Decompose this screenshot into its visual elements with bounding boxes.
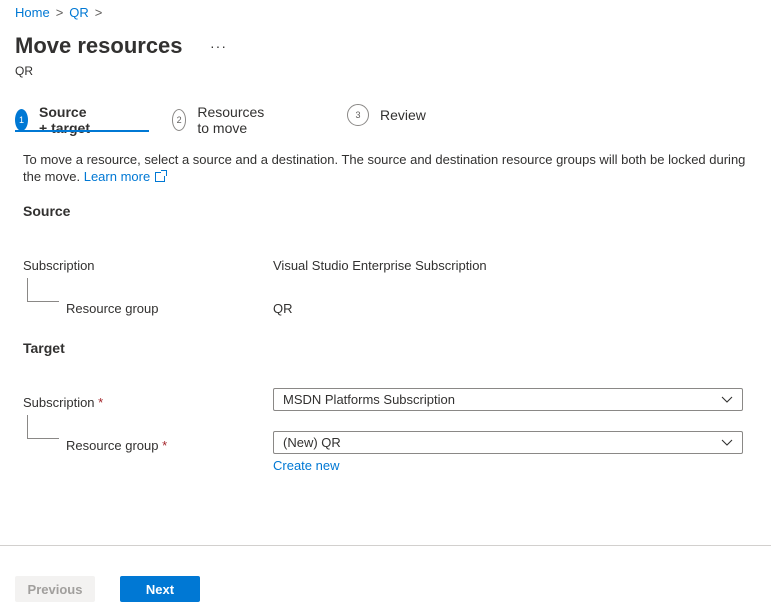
breadcrumb: Home > QR > bbox=[15, 5, 108, 20]
footer-divider bbox=[0, 545, 771, 546]
target-resource-group-label: Resource group * bbox=[66, 438, 167, 453]
page-subtitle: QR bbox=[15, 64, 33, 78]
target-heading: Target bbox=[23, 340, 65, 356]
target-resource-group-label-text: Resource group bbox=[66, 438, 159, 453]
page-title: Move resources bbox=[15, 33, 183, 58]
target-subscription-label-text: Subscription bbox=[23, 395, 95, 410]
target-resource-group-dropdown[interactable]: (New) QR bbox=[273, 431, 743, 454]
target-subscription-dropdown[interactable]: MSDN Platforms Subscription bbox=[273, 388, 743, 411]
step-label: Review bbox=[380, 107, 426, 123]
chevron-right-icon: > bbox=[94, 5, 103, 20]
step-number-badge: 2 bbox=[172, 109, 187, 131]
previous-button[interactable]: Previous bbox=[15, 576, 95, 602]
target-subscription-label: Subscription * bbox=[23, 395, 103, 410]
more-options-icon[interactable]: ··· bbox=[210, 38, 227, 54]
source-heading: Source bbox=[23, 203, 71, 219]
create-new-link[interactable]: Create new bbox=[273, 458, 339, 473]
source-subscription-value: Visual Studio Enterprise Subscription bbox=[273, 258, 487, 273]
target-resource-group-selected: (New) QR bbox=[283, 435, 341, 450]
external-link-icon bbox=[155, 170, 168, 182]
source-resource-group-value: QR bbox=[273, 301, 293, 316]
learn-more-label: Learn more bbox=[83, 169, 151, 184]
description-text: To move a resource, select a source and … bbox=[23, 151, 753, 185]
step-number-badge: 3 bbox=[347, 104, 369, 126]
step-resources-to-move[interactable]: 2 Resources to move bbox=[172, 104, 272, 136]
source-resource-group-label: Resource group bbox=[66, 301, 159, 316]
breadcrumb-qr-link[interactable]: QR bbox=[69, 5, 89, 20]
tree-connector bbox=[27, 415, 59, 439]
active-step-indicator bbox=[15, 130, 149, 132]
tree-connector bbox=[27, 278, 59, 302]
step-label: Resources to move bbox=[197, 104, 265, 136]
required-marker: * bbox=[98, 395, 104, 410]
step-number-badge: 1 bbox=[15, 109, 29, 131]
breadcrumb-home-link[interactable]: Home bbox=[15, 5, 50, 20]
step-review[interactable]: 3 Review bbox=[347, 104, 426, 126]
chevron-down-icon bbox=[721, 439, 733, 446]
next-button[interactable]: Next bbox=[120, 576, 200, 602]
target-subscription-selected: MSDN Platforms Subscription bbox=[283, 392, 455, 407]
learn-more-link[interactable]: Learn more bbox=[83, 169, 168, 184]
chevron-right-icon: > bbox=[55, 5, 64, 20]
chevron-down-icon bbox=[721, 396, 733, 403]
source-subscription-label: Subscription bbox=[23, 258, 95, 273]
required-marker: * bbox=[162, 438, 168, 453]
